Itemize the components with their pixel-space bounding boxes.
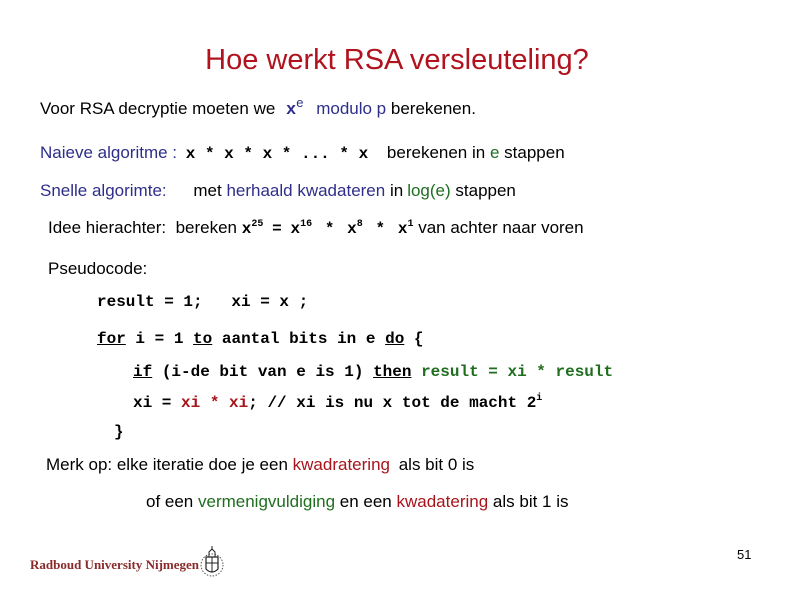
idea-x8: x8 — [347, 219, 363, 239]
intro-suffix: berekenen. — [390, 99, 476, 118]
sq-rhs1: xi — [181, 394, 201, 412]
fast-label: Snelle algorimte: — [40, 181, 167, 200]
pseudocode-label: Pseudocode: — [48, 259, 148, 278]
note-1a: Merk op: elke iteratie doe je een — [46, 455, 288, 474]
sq-lhs: xi = — [133, 394, 172, 412]
page-number: 51 — [737, 547, 752, 562]
note-1-red: kwadratering — [292, 455, 390, 474]
modulo-text: modulo p — [316, 99, 387, 118]
note-2-red: kwadatering — [396, 492, 489, 511]
note-2a: of een — [146, 492, 194, 511]
fast-log: log(e) — [407, 181, 451, 200]
code-if-line: if (i-de bit van e is 1) then result = x… — [133, 363, 613, 381]
note-line-1: Merk op: elke iteratie doe je een kwadra… — [46, 455, 474, 475]
brace-open: { — [413, 330, 424, 348]
kw-to: to — [193, 330, 213, 348]
fast-text-a: met — [193, 181, 222, 200]
naive-label: Naieve algoritme : — [40, 143, 178, 162]
kw-if: if — [133, 363, 153, 381]
intro-prefix: Voor RSA decryptie moeten we — [40, 99, 276, 118]
note-2-green: vermenigvuldiging — [198, 492, 336, 511]
idea-x1: x1 — [397, 219, 414, 239]
sq-sup: i — [536, 393, 543, 404]
sq-op: * — [209, 394, 220, 412]
naive-expr: x * x * x * ... * x — [185, 145, 369, 163]
if-cond: (i-de bit van e is 1) — [161, 363, 364, 381]
naive-var: e — [489, 143, 500, 162]
naive-text-b: stappen — [504, 143, 565, 162]
fast-text-c: stappen — [455, 181, 516, 200]
kw-for: for — [97, 330, 126, 348]
code-for-line: for i = 1 to aantal bits in e do { — [97, 330, 424, 348]
for-rest: aantal bits in e — [221, 330, 376, 348]
fast-text-b: in — [389, 181, 404, 200]
math-exponent: e — [296, 95, 304, 110]
note-2b: en een — [339, 492, 392, 511]
note-2c: als bit 1 is — [492, 492, 569, 511]
idea-x25: x25 — [241, 219, 264, 239]
idea-eq: = — [272, 220, 282, 238]
naive-text-a: berekenen in — [386, 143, 486, 162]
intro-line: Voor RSA decryptie moeten we xe modulo p… — [40, 96, 476, 120]
university-name: Radboud University Nijmegen — [30, 557, 200, 572]
kw-then: then — [373, 363, 412, 381]
fast-line: Snelle algorimte: met herhaald kwadatere… — [40, 181, 516, 201]
idea-suffix: van achter naar voren — [418, 218, 584, 237]
idea-line: Idee hierachter: bereken x25 = x16 * x8 … — [48, 218, 584, 238]
brace-close: } — [114, 423, 124, 441]
math-x: x — [286, 101, 297, 120]
university-crest-icon — [200, 545, 224, 581]
idea-star-2: * — [375, 220, 386, 238]
code-init: result = 1; xi = x ; — [97, 293, 309, 311]
slide-title: Hoe werkt RSA versleuteling? — [205, 44, 589, 76]
if-body: result = xi * result — [421, 363, 614, 381]
fast-highlight: herhaald kwadateren — [226, 181, 386, 200]
idea-prefix: Idee hierachter: bereken — [48, 218, 238, 237]
for-mid: i = 1 — [135, 330, 184, 348]
sq-rhs2: xi — [229, 394, 249, 412]
idea-star-1: * — [324, 220, 335, 238]
note-line-2: of een vermenigvuldiging en een kwadater… — [146, 492, 569, 512]
naive-line: Naieve algoritme : x * x * x * ... * x b… — [40, 143, 565, 163]
kw-do: do — [385, 330, 405, 348]
sq-comment: ; // xi is nu x tot de macht 2 — [248, 394, 537, 412]
code-square-line: xi = xi * xi; // xi is nu x tot de macht… — [133, 393, 543, 413]
idea-x16: x16 — [290, 219, 313, 239]
note-1b: als bit 0 is — [398, 455, 475, 474]
